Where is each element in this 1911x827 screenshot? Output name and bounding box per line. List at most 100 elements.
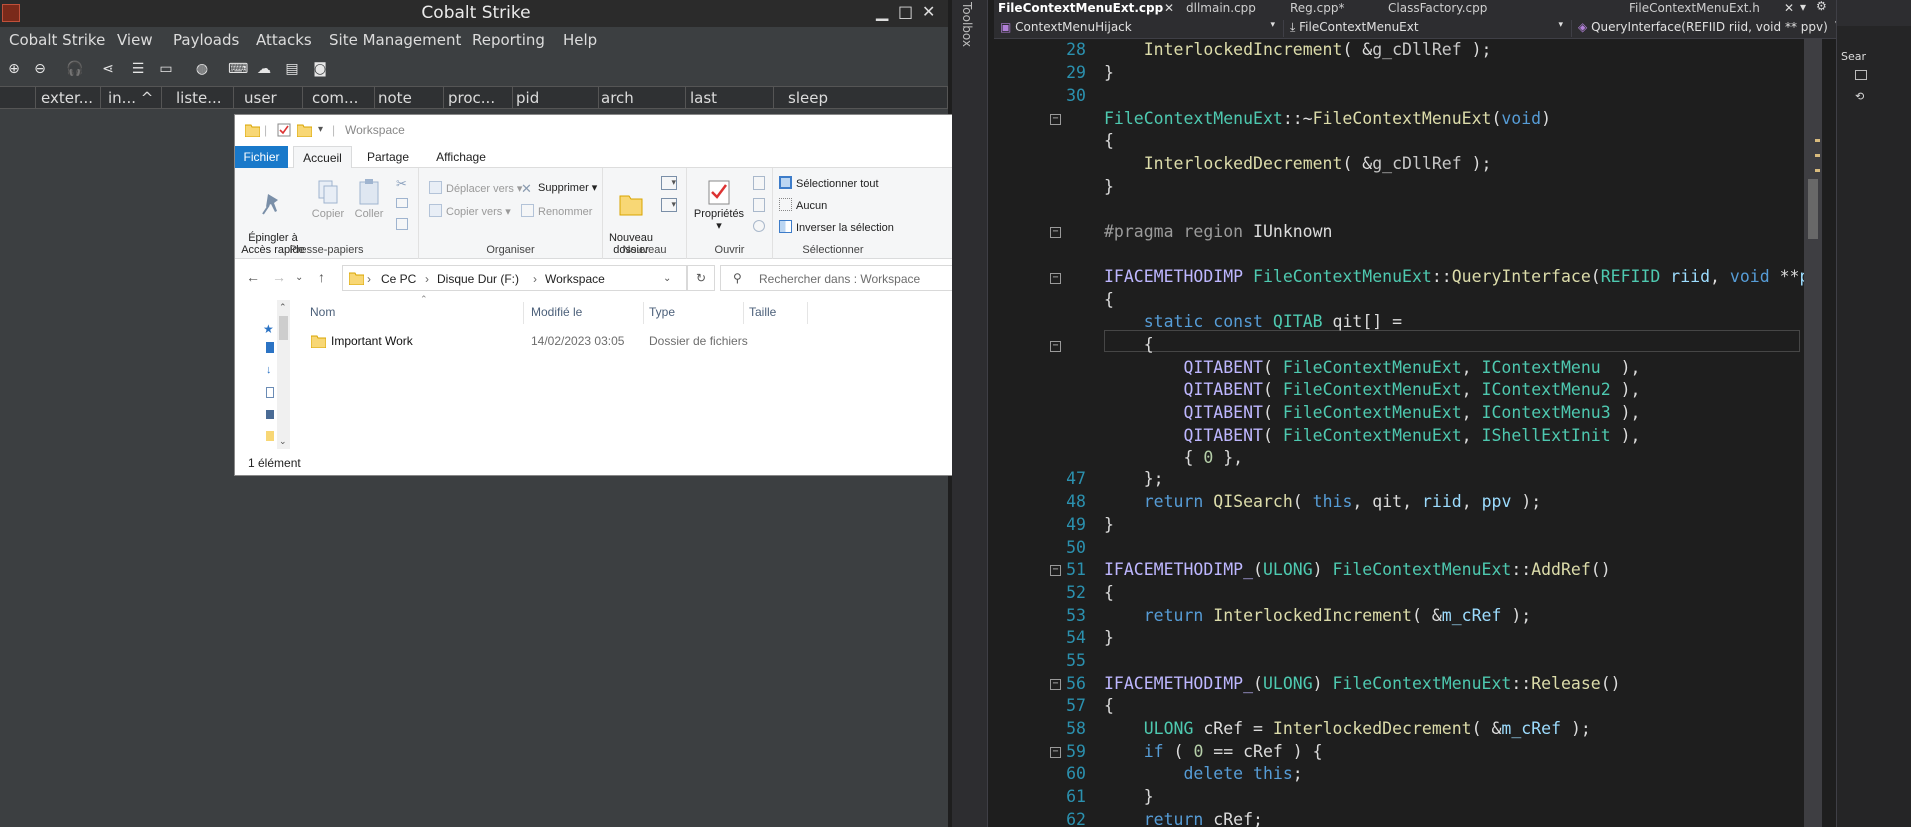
copy-path-icon[interactable] [396, 198, 408, 208]
keyboard-icon[interactable]: ⌨ [228, 61, 248, 77]
close-tab-icon[interactable]: ✕ [1784, 1, 1794, 15]
toolbox-panel[interactable]: Toolbox [952, 0, 988, 827]
column-external[interactable]: exter... [36, 87, 101, 108]
fold-toggle-icon[interactable]: − [1050, 341, 1061, 352]
fold-toggle-icon[interactable]: − [1050, 114, 1061, 125]
column-arch[interactable]: arch [599, 87, 686, 108]
documents-icon[interactable] [266, 387, 274, 398]
customize-toolbar-icon[interactable]: ▾ [318, 123, 332, 137]
column-listener[interactable]: liste... [162, 87, 234, 108]
fold-toggle-icon[interactable]: − [1050, 679, 1061, 690]
column-pid[interactable]: pid [513, 87, 599, 108]
class-dropdown[interactable]: ⤓ FileContextMenuExt ▾ [1284, 20, 1572, 37]
nav-scrollbar-thumb[interactable] [279, 316, 288, 340]
fold-toggle-icon[interactable]: − [1050, 273, 1061, 284]
column-last[interactable]: last [686, 87, 774, 108]
recent-locations-icon[interactable]: ⌄ [295, 272, 303, 283]
editor-scrollbar-thumb[interactable] [1808, 179, 1818, 239]
header-taille[interactable]: Taille [749, 305, 776, 319]
menu-payloads[interactable]: Payloads [173, 31, 239, 49]
monitor-icon[interactable]: ▭ [158, 61, 174, 77]
minimize-icon[interactable]: ▁ [876, 2, 888, 21]
globe-icon[interactable]: ◍ [194, 61, 210, 77]
member-dropdown[interactable]: ◈ QueryInterface(REFIID riid, void ** pp… [1572, 20, 1840, 37]
settings-icon[interactable]: ⚙ [1816, 0, 1827, 13]
header-modifie-le[interactable]: Modifié le [531, 305, 582, 319]
code-editor[interactable]: 28 29 30 47 48 49 50 51 52 53 54 55 56 5… [994, 39, 1804, 827]
refresh-icon[interactable]: ↻ [687, 265, 715, 291]
toolbox-label[interactable]: Toolbox [960, 2, 974, 47]
folder-icon[interactable] [266, 431, 274, 441]
menu-cobalt-strike[interactable]: Cobalt Strike [9, 31, 105, 49]
paste-shortcut-icon[interactable] [396, 218, 408, 230]
add-icon[interactable]: ⊕ [6, 61, 22, 77]
list-icon[interactable]: ☰ [130, 61, 146, 77]
properties-button[interactable]: Propriétés ▾ [691, 178, 747, 232]
maximize-icon[interactable]: □ [898, 2, 913, 21]
copy-to-button[interactable]: Copier vers ▾ [429, 204, 511, 218]
editor-scrollbar[interactable] [1804, 39, 1822, 827]
cloud-upload-icon[interactable]: ☁ [256, 61, 272, 77]
header-nom[interactable]: Nom [310, 305, 335, 319]
tab-classfactory-cpp[interactable]: ClassFactory.cpp [1388, 1, 1487, 15]
column-computer[interactable]: com... [303, 87, 375, 108]
move-to-button[interactable]: Déplacer vers ▾ [429, 181, 522, 195]
breadcrumb-workspace[interactable]: Workspace [545, 272, 605, 286]
forward-icon[interactable]: → [272, 269, 286, 285]
column-internal[interactable]: in... ^ [101, 87, 162, 108]
column-note[interactable]: note [375, 87, 444, 108]
open-icon[interactable] [753, 176, 765, 190]
tab-filecontextmenuext-h[interactable]: FileContextMenuExt.h [1629, 1, 1760, 15]
tab-accueil[interactable]: Accueil [293, 146, 352, 168]
select-all-button[interactable]: Sélectionner tout [779, 176, 879, 190]
tab-affichage[interactable]: Affichage [425, 146, 497, 168]
copy-button[interactable]: Copier [309, 178, 347, 220]
select-none-button[interactable]: Aucun [779, 198, 827, 212]
tab-dllmain-cpp[interactable]: dllmain.cpp [1186, 1, 1256, 15]
fold-toggle-icon[interactable]: − [1050, 565, 1061, 576]
column-sleep[interactable]: sleep [774, 87, 948, 108]
remove-icon[interactable]: ⊖ [32, 61, 48, 77]
downloads-icon[interactable]: ↓ [266, 364, 272, 376]
new-item-icon[interactable]: ▾ [661, 176, 677, 190]
fold-toggle-icon[interactable]: − [1050, 227, 1061, 238]
share-icon[interactable]: ⋖ [100, 61, 116, 77]
terminal-icon[interactable]: ▤ [284, 61, 300, 77]
breadcrumb-ce-pc[interactable]: Ce PC [381, 272, 416, 286]
history-icon[interactable] [753, 220, 765, 232]
close-icon[interactable]: ✕ [922, 2, 935, 21]
menu-site-management[interactable]: Site Management [329, 31, 461, 49]
search-label[interactable]: Sear [1841, 50, 1866, 63]
up-icon[interactable]: ↑ [318, 269, 325, 285]
headphones-icon[interactable]: 🎧 [66, 61, 83, 77]
rename-button[interactable]: Renommer [521, 204, 592, 218]
tab-partage[interactable]: Partage [359, 146, 417, 168]
scroll-up-icon[interactable]: ⌃ [279, 302, 287, 313]
tab-filecontextmenuext-cpp[interactable]: FileContextMenuExt.cpp [998, 1, 1163, 15]
quick-access-icon[interactable]: ★ [263, 322, 274, 336]
menu-reporting[interactable]: Reporting [472, 31, 545, 49]
tab-fichier[interactable]: Fichier [235, 146, 288, 168]
toolbar-icon[interactable] [1855, 70, 1867, 80]
camera-icon[interactable]: ◙ [312, 61, 328, 77]
column-user[interactable]: user [234, 87, 303, 108]
back-icon[interactable]: ← [246, 269, 260, 285]
cut-icon[interactable]: ✂ [396, 176, 407, 192]
menu-attacks[interactable]: Attacks [256, 31, 312, 49]
breadcrumb-disque-dur[interactable]: Disque Dur (F:) [437, 272, 519, 286]
invert-selection-button[interactable]: Inverser la sélection [779, 220, 894, 234]
scroll-down-icon[interactable]: ⌄ [279, 436, 287, 447]
pictures-icon[interactable] [266, 410, 274, 419]
edit-icon[interactable] [753, 198, 765, 212]
close-tab-icon[interactable]: ✕ [1164, 1, 1174, 15]
new-folder-icon[interactable] [297, 123, 312, 137]
address-bar[interactable]: › Ce PC › Disque Dur (F:) › Workspace ⌄ [342, 265, 687, 291]
menu-help[interactable]: Help [563, 31, 597, 49]
menu-view[interactable]: View [117, 31, 153, 49]
easy-access-icon[interactable]: ▾ [661, 198, 677, 212]
paste-button[interactable]: Coller [351, 178, 387, 220]
properties-icon[interactable] [277, 123, 291, 137]
tab-reg-cpp[interactable]: Reg.cpp* [1290, 1, 1344, 15]
tab-list-dropdown-icon[interactable]: ▾ [1800, 0, 1806, 14]
address-dropdown-icon[interactable]: ⌄ [663, 273, 671, 284]
